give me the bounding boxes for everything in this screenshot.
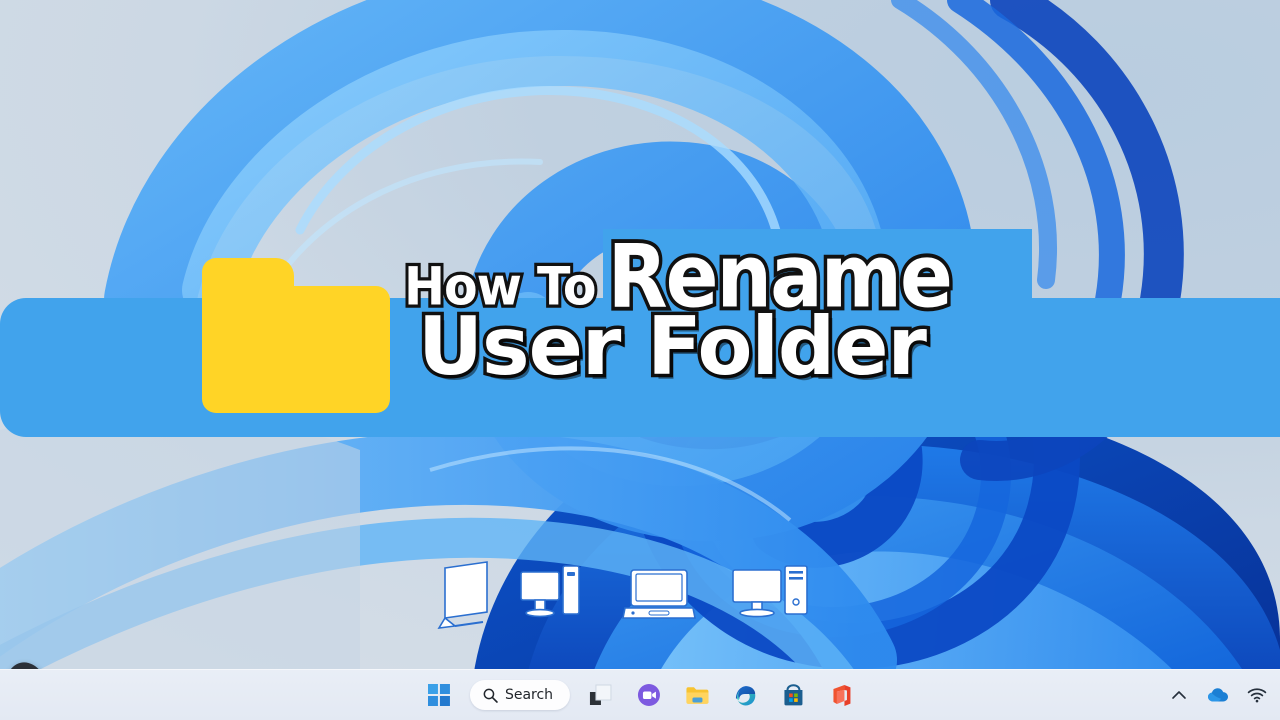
- desktop-screen: How To Rename User Folder Search: [0, 0, 1280, 720]
- taskbar-center-group: Search: [422, 670, 858, 720]
- laptop-icon: [622, 569, 696, 619]
- wifi-icon: [1247, 688, 1267, 703]
- title-banner-top: [603, 229, 1032, 307]
- yellow-folder-icon: [202, 258, 390, 413]
- search-icon: [483, 688, 498, 703]
- chevron-up-icon: [1172, 691, 1186, 699]
- onedrive-icon: [1208, 688, 1228, 702]
- surface-tablet-icon: [437, 561, 488, 629]
- edge-icon: [735, 685, 755, 705]
- task-view-button[interactable]: [584, 678, 618, 712]
- chat-teams-icon: [638, 684, 661, 706]
- desktop-tower-icon: [520, 565, 580, 618]
- office-button[interactable]: [824, 678, 858, 712]
- edge-button[interactable]: [728, 678, 762, 712]
- monitor-tower-icon: [732, 565, 808, 618]
- folder-icon: [686, 686, 709, 704]
- file-explorer-button[interactable]: [680, 678, 714, 712]
- store-button[interactable]: [776, 678, 810, 712]
- onedrive-tray-icon[interactable]: [1207, 684, 1229, 706]
- office-icon: [833, 684, 851, 706]
- windows-logo-icon: [427, 684, 450, 706]
- search-label: Search: [504, 687, 554, 703]
- title-banner-main: [0, 298, 1280, 437]
- device-icons-group: [425, 560, 825, 640]
- store-icon: [784, 683, 803, 705]
- network-tray-icon[interactable]: [1246, 684, 1268, 706]
- start-button[interactable]: [422, 678, 456, 712]
- show-hidden-icons-button[interactable]: [1168, 684, 1190, 706]
- chat-button[interactable]: [632, 678, 666, 712]
- taskbar: Search: [0, 669, 1280, 720]
- system-tray: [1168, 670, 1268, 720]
- folder-body: [202, 286, 390, 413]
- task-view-icon: [590, 684, 612, 705]
- search-button[interactable]: Search: [469, 680, 571, 710]
